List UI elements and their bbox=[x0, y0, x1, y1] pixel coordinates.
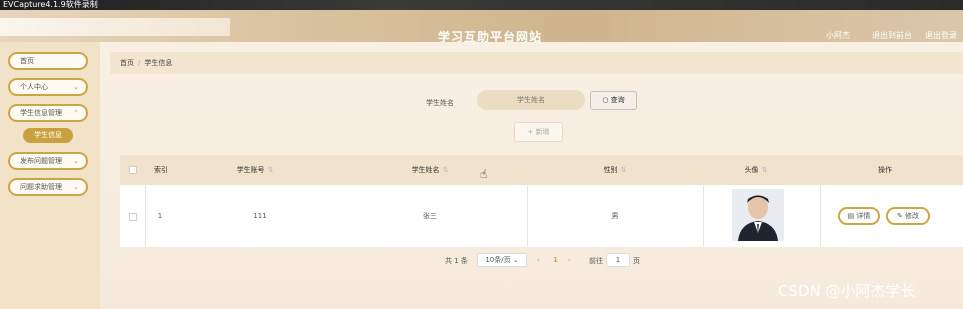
column-divider bbox=[527, 155, 528, 247]
query-button-label: 查询 bbox=[610, 96, 625, 104]
student-name-search-input[interactable] bbox=[477, 90, 585, 110]
page-suffix: 页 bbox=[633, 257, 640, 265]
sidebar-item-label: 问题求助管理 bbox=[20, 183, 62, 191]
sidebar-item-question-management[interactable]: 发布问题管理 ⌄ bbox=[8, 152, 88, 170]
breadcrumb-home[interactable]: 首页 bbox=[120, 59, 134, 67]
chevron-down-icon: ⌄ bbox=[73, 157, 79, 165]
column-header-gender[interactable]: 性别 ⇅ bbox=[575, 155, 655, 185]
column-header-label: 学生姓名 bbox=[411, 166, 440, 174]
avatar-photo bbox=[732, 189, 784, 241]
chevron-up-icon: ⌃ bbox=[73, 109, 79, 117]
cell-name: 张三 bbox=[423, 212, 437, 220]
detail-button[interactable]: ▤ 详情 bbox=[838, 207, 880, 225]
edit-button[interactable]: ✎ 修改 bbox=[886, 207, 930, 225]
query-button[interactable]: ○ 查询 bbox=[590, 91, 637, 110]
sidebar-item-student-management[interactable]: 学生信息管理 ⌃ bbox=[8, 104, 88, 122]
page-size-select[interactable]: 10条/页 ⌄ bbox=[477, 253, 527, 267]
header-left-panel bbox=[0, 18, 230, 36]
hand-cursor-icon: ☝ bbox=[480, 167, 488, 181]
sidebar-item-label: 发布问题管理 bbox=[20, 157, 62, 165]
student-table: 索引 学生账号 ⇅ 学生姓名 ⇅ 性别 ⇅ 头像 ⇅ 操作 1 111 张三 男 ▤ 详… bbox=[120, 155, 963, 247]
cell-index: 1 bbox=[157, 212, 163, 220]
goto-page-input[interactable]: 1 bbox=[606, 253, 630, 267]
capture-label: EVCapture4.1.9软件录制 bbox=[3, 0, 98, 9]
cell-gender: 男 bbox=[611, 212, 619, 220]
search-label: 学生姓名 bbox=[426, 99, 454, 107]
sidebar-item-label: 个人中心 bbox=[20, 83, 48, 91]
cell-account: 111 bbox=[253, 212, 267, 220]
row-checkbox[interactable] bbox=[129, 213, 137, 221]
sidebar-item-home[interactable]: 首页 bbox=[8, 52, 88, 70]
sidebar-item-label: 学生信息 bbox=[34, 131, 62, 139]
top-header: 学习互助平台网站 小阿杰 退出到前台 退出登录 bbox=[0, 10, 963, 44]
pagination-total: 共 1 条 bbox=[445, 257, 468, 265]
add-button[interactable]: + 新增 bbox=[514, 122, 563, 142]
student-avatar bbox=[732, 189, 784, 241]
edit-icon: ✎ bbox=[896, 212, 903, 220]
column-divider bbox=[703, 155, 704, 247]
next-page-button[interactable]: › bbox=[568, 256, 571, 264]
user-name-link[interactable]: 小阿杰 bbox=[826, 30, 850, 41]
chevron-down-icon: ⌄ bbox=[73, 183, 79, 191]
column-header-account[interactable]: 学生账号 ⇅ bbox=[215, 155, 295, 185]
breadcrumb-current: 学生信息 bbox=[144, 59, 173, 67]
goto-label: 前往 bbox=[589, 257, 603, 265]
sort-icon: ⇅ bbox=[267, 166, 274, 174]
column-header-label: 学生账号 bbox=[236, 166, 265, 174]
sort-icon: ⇅ bbox=[620, 166, 627, 174]
column-header-actions: 操作 bbox=[878, 166, 892, 174]
breadcrumb-separator: / bbox=[138, 59, 141, 67]
capture-bar: EVCapture4.1.9软件录制 bbox=[0, 0, 963, 10]
sidebar-item-label: 首页 bbox=[20, 57, 34, 65]
column-header-avatar[interactable]: 头像 ⇅ bbox=[716, 155, 796, 185]
column-header-label: 性别 bbox=[603, 166, 618, 174]
column-header-name[interactable]: 学生姓名 ⇅ bbox=[390, 155, 470, 185]
sidebar-item-help-management[interactable]: 问题求助管理 ⌄ bbox=[8, 178, 88, 196]
go-frontend-link[interactable]: 退出到前台 bbox=[872, 30, 912, 41]
sidebar: 首页 个人中心 ⌄ 学生信息管理 ⌃ 学生信息 发布问题管理 ⌄ 问题求助管理 … bbox=[0, 42, 100, 309]
column-header-index: 索引 bbox=[154, 166, 168, 174]
column-divider bbox=[820, 155, 821, 247]
current-page-number[interactable]: 1 bbox=[553, 256, 558, 264]
prev-page-button[interactable]: ‹ bbox=[537, 256, 540, 264]
sidebar-item-student-info[interactable]: 学生信息 bbox=[23, 128, 73, 143]
search-icon: ○ bbox=[602, 96, 609, 104]
detail-button-label: 详情 bbox=[856, 212, 871, 220]
chevron-down-icon: ⌄ bbox=[73, 83, 79, 91]
sidebar-item-personal-center[interactable]: 个人中心 ⌄ bbox=[8, 78, 88, 96]
column-divider bbox=[145, 155, 146, 247]
breadcrumb: 首页 / 学生信息 bbox=[110, 52, 963, 74]
edit-button-label: 修改 bbox=[905, 212, 920, 220]
page-size-value: 10条/页 bbox=[485, 256, 511, 264]
column-header-label: 头像 bbox=[744, 166, 759, 174]
sidebar-item-label: 学生信息管理 bbox=[20, 109, 62, 117]
chevron-down-icon: ⌄ bbox=[512, 256, 519, 264]
csdn-watermark: CSDN @小阿杰学长 bbox=[778, 282, 916, 300]
document-icon: ▤ bbox=[847, 212, 855, 220]
sort-icon: ⇅ bbox=[442, 166, 449, 174]
logout-link[interactable]: 退出登录 bbox=[925, 30, 957, 41]
select-all-checkbox[interactable] bbox=[129, 166, 137, 174]
sort-icon: ⇅ bbox=[761, 166, 768, 174]
